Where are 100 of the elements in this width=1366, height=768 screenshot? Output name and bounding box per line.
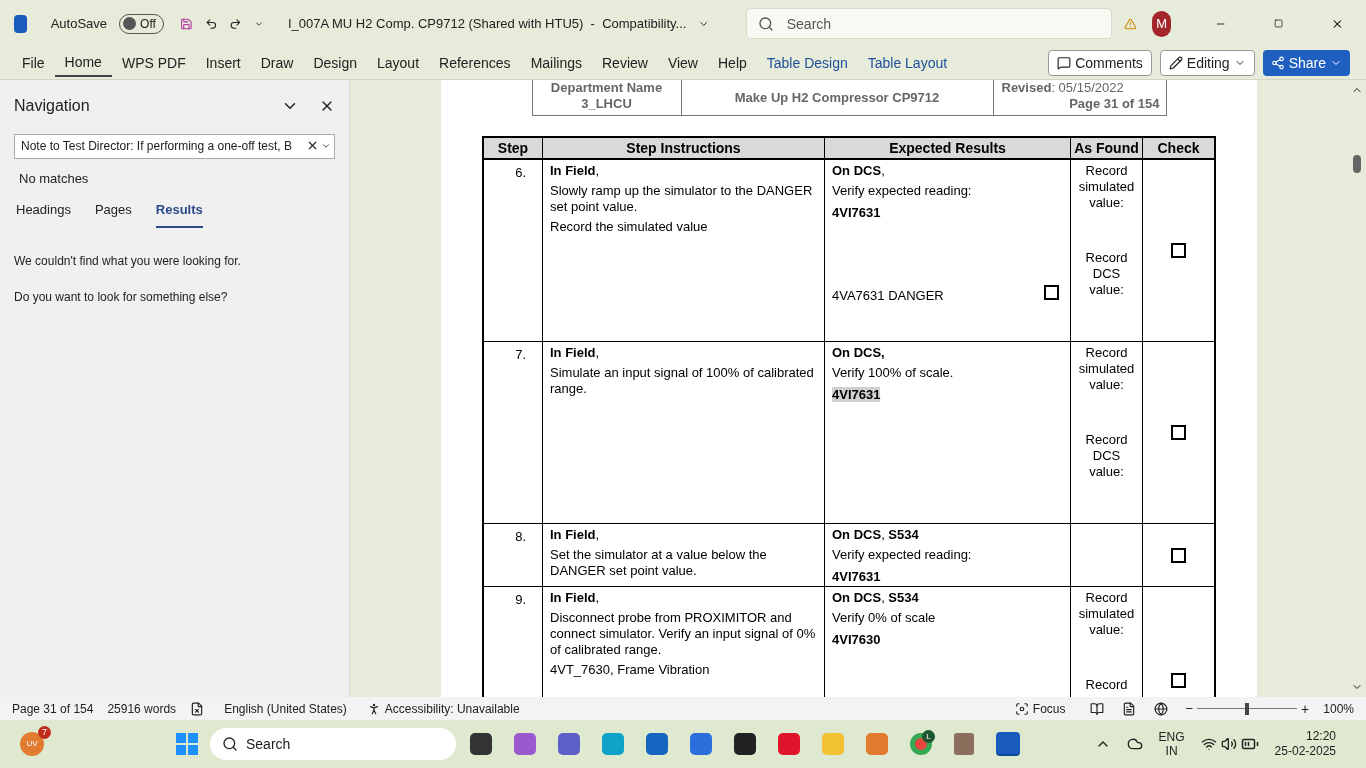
document-title: I_007A MU H2 Comp. CP9712 (Shared with HTU5) - Compatibility... [287, 14, 687, 33]
zoom-percent[interactable]: 100% [1323, 699, 1354, 718]
as-found-text: DCS [1092, 448, 1121, 464]
ribbon-tab[interactable]: File [12, 49, 55, 77]
pane-tab[interactable]: Pages [94, 200, 132, 228]
page-count[interactable]: Page 31 of 154 [12, 699, 94, 718]
word-count[interactable]: 25916 words [107, 699, 177, 718]
zoom-slider[interactable] [1197, 702, 1298, 715]
header-text: Department Name [550, 80, 663, 96]
ribbon-tab[interactable]: Mailings [520, 49, 592, 77]
header-text: Page 31 of 154 [1069, 96, 1160, 112]
result-message: Do you want to look for something else? [14, 288, 229, 306]
column-header: As Found [1074, 139, 1139, 158]
proofing-icon[interactable] [190, 701, 205, 716]
focus-button[interactable]: Focus [1014, 699, 1066, 718]
web-layout-icon[interactable] [1153, 701, 1168, 716]
ribbon-tab[interactable]: Layout [367, 49, 430, 77]
windows-start-icon[interactable] [176, 733, 198, 755]
expected-text: Verify expected reading: [832, 547, 973, 563]
checkbox[interactable] [1171, 425, 1186, 440]
expected-text: On DCS, S534 [832, 590, 920, 606]
search-field[interactable]: Note to Test Director: If performing a one-off test, B [14, 133, 335, 159]
taskbar-search[interactable]: Search [210, 728, 456, 760]
as-found-text: Record [1085, 677, 1128, 693]
chrome-icon[interactable]: L [910, 733, 932, 755]
language-status[interactable]: English (United States) [224, 699, 347, 718]
checkbox[interactable] [1171, 243, 1186, 258]
read-mode-icon[interactable] [1089, 701, 1104, 716]
step-number: 9. [515, 592, 526, 607]
instruction-text: In Field, [550, 527, 601, 543]
search-icon [222, 736, 238, 752]
volume-icon[interactable] [1220, 736, 1237, 752]
pane-tab[interactable]: Results [155, 200, 203, 228]
ribbon-tab[interactable]: Home [54, 49, 112, 77]
checkbox[interactable] [1044, 285, 1059, 300]
as-found-text: value: [1089, 282, 1124, 298]
ribbon-tab[interactable]: View [657, 49, 708, 77]
result-message: We couldn't find what you were looking for. [14, 252, 242, 270]
scrollbar-thumb[interactable] [1353, 154, 1361, 173]
as-found-text: Record [1085, 250, 1128, 266]
wifi-icon[interactable] [1200, 736, 1217, 752]
ribbon-tab[interactable]: Draw [250, 49, 304, 77]
step-number: 7. [515, 347, 526, 362]
comment-icon [1057, 56, 1072, 70]
pane-tab[interactable]: Headings [16, 200, 71, 228]
cloud-sync-icon[interactable] [1126, 736, 1143, 752]
expected-text: Verify expected reading: [832, 183, 973, 199]
search-status: No matches [19, 169, 90, 188]
step-number: 6. [515, 165, 526, 180]
tag-number: 4VI7631 [832, 387, 881, 402]
column-header: Step Instructions [626, 139, 741, 158]
as-found-text: value: [1089, 377, 1124, 393]
language-indicator[interactable]: ENG IN [1158, 730, 1185, 758]
zoom-out-button[interactable]: − [1185, 702, 1194, 715]
as-found-text: value: [1089, 622, 1124, 638]
as-found-text: value: [1089, 464, 1124, 480]
ribbon-tab[interactable]: Table Layout [857, 49, 958, 77]
as-found-text: simulated [1078, 361, 1135, 377]
focus-icon [1014, 701, 1029, 716]
ribbon-tab[interactable]: References [429, 49, 521, 77]
as-found-text: simulated [1078, 606, 1135, 622]
search-icon [757, 16, 774, 32]
restore-icon[interactable] [1274, 17, 1284, 30]
notification-badge: 7 [38, 726, 51, 739]
ribbon-tab[interactable]: Review [592, 49, 658, 77]
user-avatar[interactable]: M [1152, 10, 1171, 37]
ribbon-tab[interactable]: Table Design [756, 49, 858, 77]
editing-button[interactable]: Editing [1159, 50, 1255, 76]
header-text: Make Up H2 Compressor CP9712 [734, 89, 940, 108]
print-layout-icon[interactable] [1121, 701, 1136, 716]
checkbox[interactable] [1171, 673, 1186, 688]
expected-text: On DCS, [832, 345, 886, 361]
as-found-text: value: [1089, 195, 1124, 211]
as-found-text: Record [1085, 590, 1128, 606]
instruction-text: Simulate an input signal of 100% of calibrated range. [550, 365, 815, 397]
ribbon-tab[interactable]: Design [303, 49, 367, 77]
checkbox[interactable] [1171, 547, 1186, 563]
clear-icon[interactable] [306, 139, 319, 152]
accessibility-status[interactable]: Accessibility: Unavailable [366, 699, 520, 718]
ribbon-tab[interactable]: Help [708, 49, 757, 77]
tag-number: 4VI7631 [832, 569, 881, 584]
header-text: Revised: 05/15/2022 [1001, 80, 1125, 96]
search-field[interactable]: Search [745, 8, 1112, 39]
clock[interactable]: 12:20 25-02-2025 [1274, 729, 1336, 759]
as-found-text: simulated [1078, 179, 1135, 195]
expected-text: 4VA7631 DANGER [832, 286, 944, 305]
as-found-text: Record [1085, 432, 1128, 448]
expected-text: Verify 100% of scale. [832, 365, 955, 381]
ribbon-tab[interactable]: WPS PDF [111, 49, 196, 77]
share-icon [1270, 56, 1285, 70]
as-found-text: Record [1085, 163, 1128, 179]
comments-button[interactable]: Comments [1048, 50, 1152, 76]
header-text: 3_LHCU [581, 96, 632, 112]
expected-text: On DCS, S534 [832, 527, 920, 543]
share-button[interactable]: Share [1262, 50, 1350, 76]
instruction-text: Disconnect probe from PROXIMITOR and connect simulator. Verify an input signal of 0% of calibrated range. [550, 610, 817, 658]
step-number: 8. [515, 529, 526, 544]
ribbon-tab[interactable]: Insert [195, 49, 251, 77]
zoom-in-button[interactable]: + [1301, 701, 1310, 716]
pane-title: Navigation [14, 96, 90, 116]
